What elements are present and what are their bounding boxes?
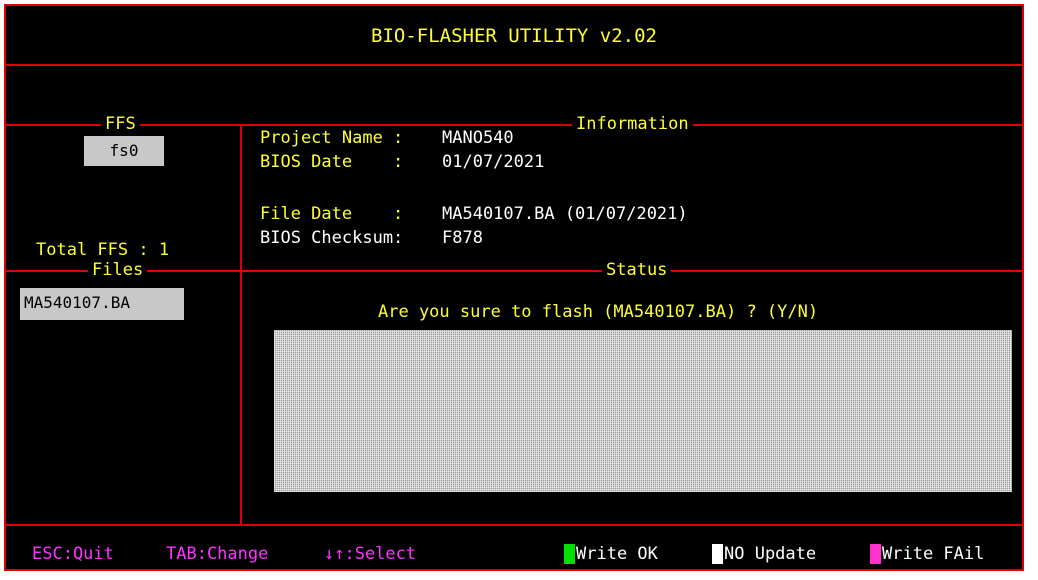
project-name-label: Project Name : <box>260 128 404 148</box>
ffs-item-fs0[interactable]: fs0 <box>84 136 164 166</box>
write-fail-swatch <box>870 544 881 564</box>
project-name-value: MANO540 <box>442 128 514 148</box>
no-update-label: NO Update <box>724 544 817 564</box>
file-date-label: File Date : <box>260 204 404 224</box>
write-fail-label: Write FAil <box>882 544 985 564</box>
ffs-header: FFS <box>101 114 140 134</box>
flasher-screen: BIO-FLASHER UTILITY v2.02 FFS fs0 Total … <box>4 4 1024 571</box>
bios-date-label: BIOS Date : <box>260 152 404 172</box>
file-date-value: MA540107.BA (01/07/2021) <box>442 204 688 224</box>
footer-divider <box>6 524 1022 526</box>
tab-change-hint: TAB:Change <box>166 544 269 564</box>
flash-progress-grid <box>274 330 1012 492</box>
bios-checksum-value: F878 <box>442 228 483 248</box>
total-ffs-label: Total FFS : 1 <box>36 240 170 260</box>
information-header: Information <box>572 114 693 134</box>
select-hint: ↓↑:Select <box>324 544 417 564</box>
write-ok-swatch <box>564 544 575 564</box>
bios-checksum-label: BIOS Checksum: <box>260 228 404 248</box>
bios-date-value: 01/07/2021 <box>442 152 545 172</box>
write-ok-label: Write OK <box>576 544 658 564</box>
files-header: Files <box>88 260 148 280</box>
esc-quit-hint: ESC:Quit <box>32 544 114 564</box>
left-pane-divider <box>240 124 242 524</box>
flash-confirm-prompt: Are you sure to flash (MA540107.BA) ? (Y… <box>378 302 819 322</box>
no-update-swatch <box>712 544 723 564</box>
file-item[interactable]: MA540107.BA <box>20 288 184 320</box>
app-title: BIO-FLASHER UTILITY v2.02 <box>371 25 657 47</box>
status-header: Status <box>602 260 672 280</box>
title-divider <box>6 64 1022 66</box>
